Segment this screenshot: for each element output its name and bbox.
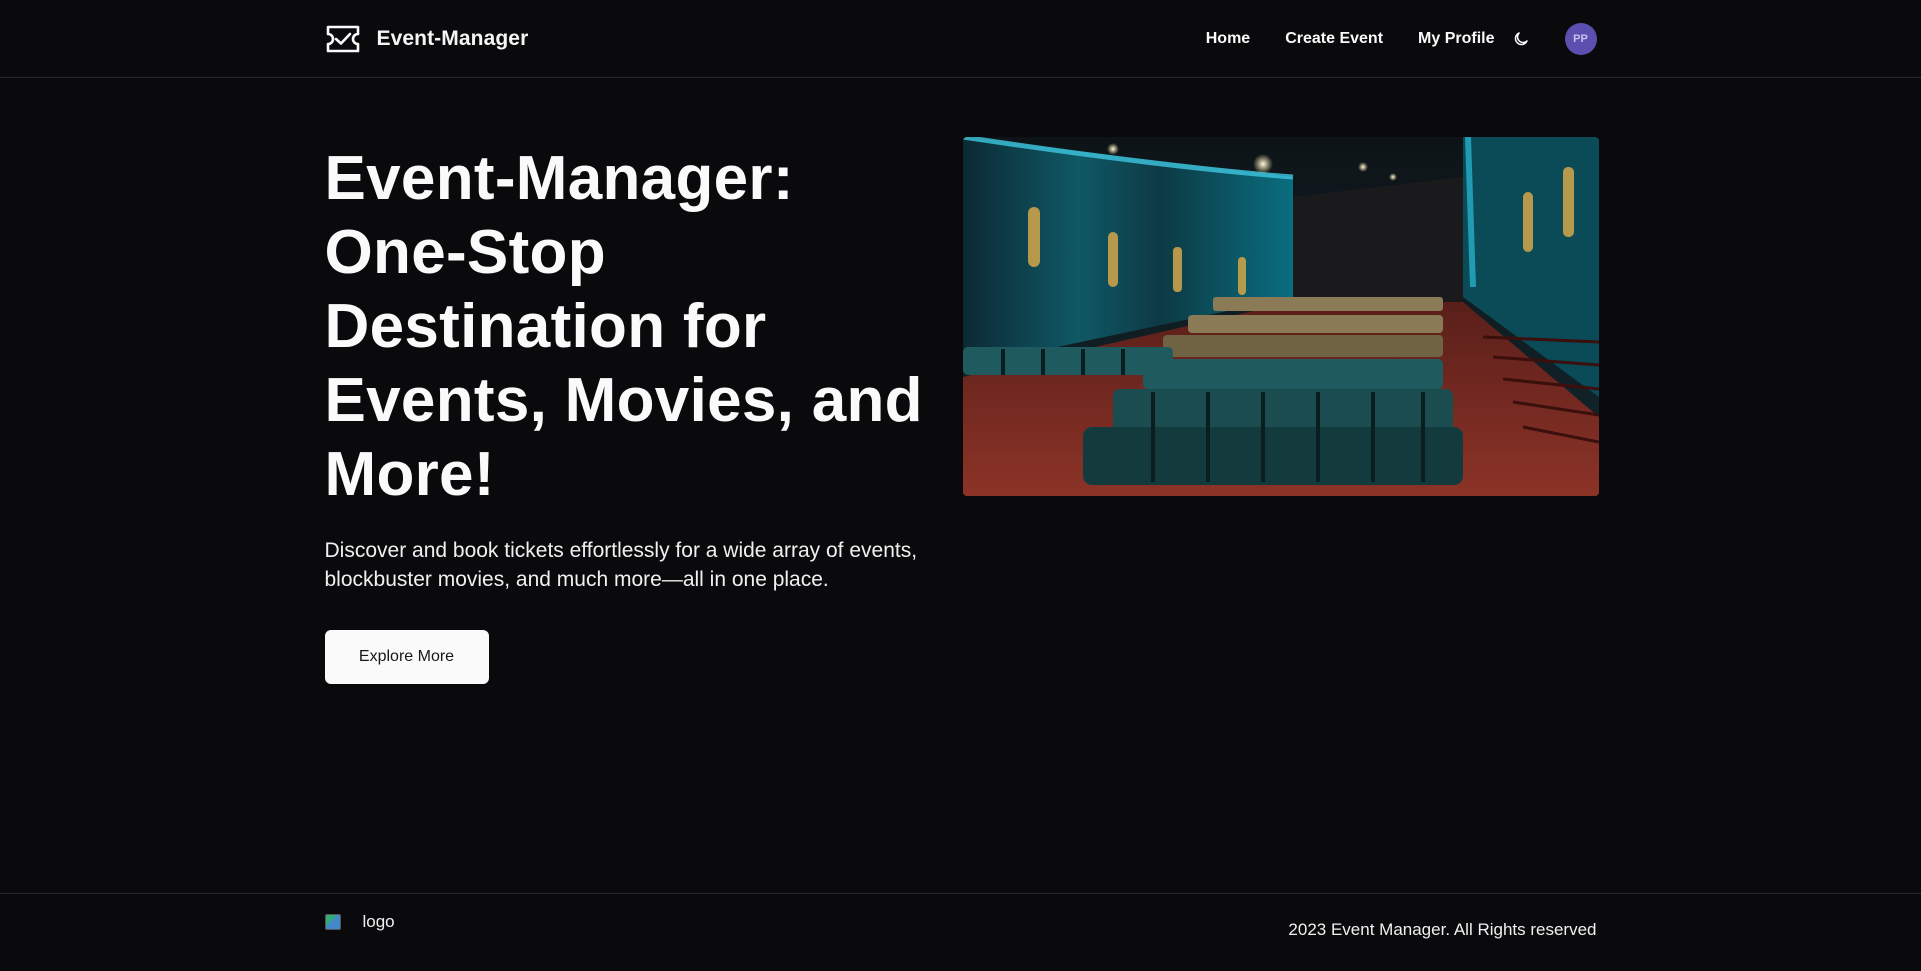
hero-section: Event-Manager: One-Stop Destination for … <box>324 78 1599 893</box>
broken-image-icon <box>324 914 341 930</box>
user-avatar[interactable]: PP <box>1564 22 1597 55</box>
site-header: Event-Manager Home Create Event My Profi… <box>0 0 1921 78</box>
ticket-check-icon <box>326 25 359 52</box>
nav-my-profile[interactable]: My Profile <box>1418 30 1494 48</box>
nav-create-event[interactable]: Create Event <box>1285 30 1383 48</box>
footer-logo[interactable]: logo <box>324 912 395 932</box>
main-nav: Home Create Event My Profile PP <box>1206 22 1597 55</box>
theme-toggle-button[interactable] <box>1511 29 1531 49</box>
explore-more-button[interactable]: Explore More <box>324 630 489 684</box>
brand-logo-link[interactable]: Event-Manager <box>325 24 529 54</box>
hero-title: Event-Manager: One-Stop Destination for … <box>324 144 923 509</box>
site-footer: logo 2023 Event Manager. All Rights rese… <box>0 893 1921 971</box>
footer-logo-alt: logo <box>362 912 395 931</box>
brand-name: Event-Manager <box>376 26 529 50</box>
moon-icon <box>1514 31 1528 45</box>
copyright-text: 2023 Event Manager. All Rights reserved <box>1288 920 1597 939</box>
hero-subtitle: Discover and book tickets effortlessly f… <box>324 539 918 591</box>
hero-cinema-image <box>962 137 1599 496</box>
nav-home[interactable]: Home <box>1206 30 1250 48</box>
